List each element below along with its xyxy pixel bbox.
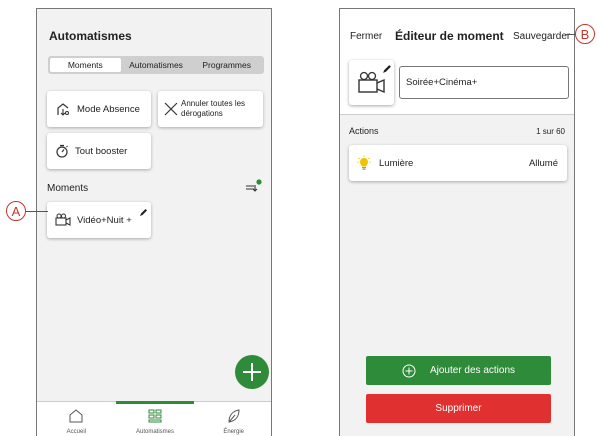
boost-all-label: Tout booster: [75, 145, 128, 157]
moments-section-label: Moments: [47, 183, 89, 194]
page-title: Automatismes: [49, 29, 132, 43]
moment-item-card[interactable]: Vidéo+Nuit +: [47, 202, 151, 238]
close-button[interactable]: Fermer: [350, 31, 382, 42]
save-button[interactable]: Sauvegarder: [513, 31, 570, 42]
moment-name-input[interactable]: Soirée+Cinéma+: [399, 66, 569, 99]
callout-b-line: [566, 34, 575, 35]
moment-icon-picker[interactable]: [349, 60, 394, 105]
nav-label-automations: Automatismes: [136, 429, 175, 435]
right-phone-screen: Fermer Éditeur de moment Sauvegarder Soi…: [339, 8, 575, 436]
edit-pencil-icon[interactable]: [382, 61, 392, 79]
actions-section-label: Actions: [349, 126, 379, 136]
sort-filter-icon[interactable]: [244, 179, 262, 198]
camera-icon: [55, 213, 71, 227]
bottom-nav: Accueil Automatismes Énergie: [37, 401, 271, 436]
edit-pencil-icon[interactable]: [139, 204, 148, 222]
left-phone-screen: Automatismes Moments Automatismes Progra…: [36, 8, 272, 436]
plus-icon: [243, 363, 261, 381]
light-bulb-icon: [357, 155, 371, 171]
callout-a: A: [6, 201, 26, 221]
delete-label: Supprimer: [435, 403, 482, 414]
cross-icon: [164, 102, 178, 116]
moment-item-label: Vidéo+Nuit +: [77, 214, 132, 226]
action-item-light[interactable]: Lumière Allumé: [349, 145, 567, 181]
nav-item-home[interactable]: Accueil: [37, 402, 116, 436]
action-item-label: Lumière: [379, 157, 414, 169]
delete-button[interactable]: Supprimer: [366, 394, 551, 423]
timer-icon: [55, 144, 69, 158]
absence-icon: [55, 101, 71, 117]
leaf-icon: [228, 409, 240, 423]
nav-item-energy[interactable]: Énergie: [194, 402, 271, 436]
action-item-status: Allumé: [528, 157, 558, 169]
boost-all-card[interactable]: Tout booster: [47, 133, 151, 169]
cancel-overrides-label: Annuler toutes les dérogations: [181, 99, 246, 118]
nav-label-home: Accueil: [66, 429, 86, 435]
tab-automatismes[interactable]: Automatismes: [121, 58, 192, 72]
segmented-tabs: Moments Automatismes Programmes: [48, 56, 264, 74]
add-actions-button[interactable]: Ajouter des actions: [366, 356, 551, 385]
callout-a-line: [26, 211, 48, 212]
actions-count: 1 sur 60: [536, 127, 565, 136]
tab-moments[interactable]: Moments: [50, 58, 121, 72]
grid-icon: [148, 409, 162, 423]
add-circle-icon: [402, 364, 416, 377]
editor-header: Fermer Éditeur de moment Sauvegarder Soi…: [340, 9, 574, 114]
absence-mode-label: Mode Absence: [77, 103, 140, 115]
divider: [340, 114, 574, 115]
home-icon: [69, 409, 83, 423]
absence-mode-card[interactable]: Mode Absence: [47, 91, 151, 127]
editor-title: Éditeur de moment: [395, 29, 504, 43]
callout-b: B: [575, 24, 595, 44]
nav-label-energy: Énergie: [223, 429, 245, 435]
add-button[interactable]: [235, 355, 269, 389]
add-actions-label: Ajouter des actions: [429, 365, 516, 376]
cancel-overrides-card[interactable]: Annuler toutes les dérogations: [158, 91, 263, 127]
nav-item-automations[interactable]: Automatismes: [115, 401, 195, 436]
tab-programmes[interactable]: Programmes: [191, 58, 262, 72]
